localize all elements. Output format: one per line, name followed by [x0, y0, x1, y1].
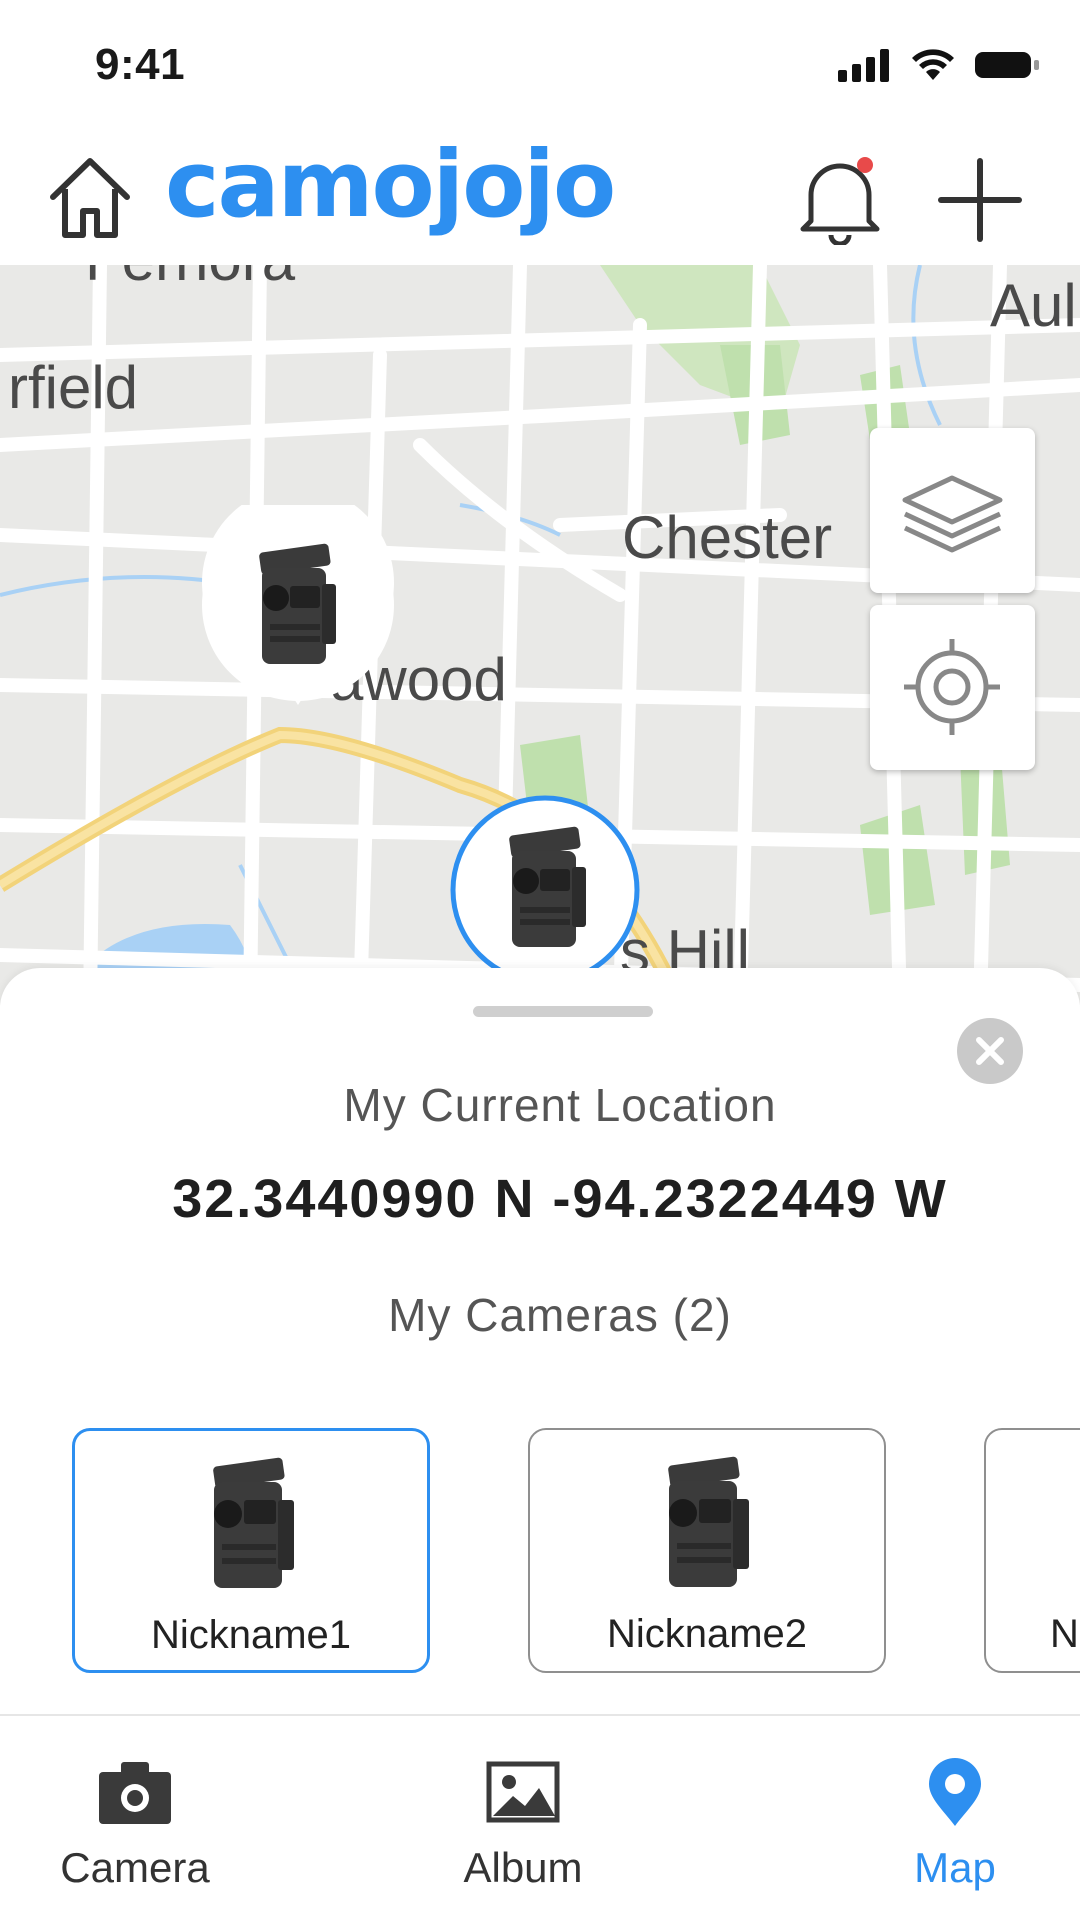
- map-label-auburn: Aul: [990, 272, 1077, 339]
- camera-map-marker-selected[interactable]: [448, 793, 642, 987]
- coordinates-value: 32.3440990 N -94.2322449 W: [172, 1169, 948, 1229]
- map-view[interactable]: rfield Chester awood Aul s Hill Fernora: [0, 265, 1080, 1005]
- trail-camera-icon: [259, 543, 336, 664]
- camera-card-name: Nickname1: [150, 1613, 352, 1657]
- map-label-chester: Chester: [622, 504, 833, 571]
- camera-card[interactable]: Nickname1: [72, 1428, 430, 1673]
- camera-carousel[interactable]: Nickname1 Nickname2 N: [72, 1428, 1080, 1678]
- app-logo: camojojo: [165, 131, 616, 238]
- current-location-title: My Current Location: [343, 1079, 777, 1131]
- trail-camera-icon: [668, 1456, 749, 1587]
- tab-label: Album: [463, 1844, 583, 1891]
- camera-card[interactable]: N: [984, 1428, 1080, 1673]
- notification-bell-icon[interactable]: [795, 153, 885, 245]
- map-pin-icon: [929, 1758, 981, 1826]
- locate-button[interactable]: [870, 605, 1035, 770]
- my-cameras-title: My Cameras (2): [388, 1289, 732, 1341]
- screen: 9:41 camojojo rfield Chester awood Aul s…: [0, 0, 1080, 1920]
- status-bar: 9:41: [0, 0, 1080, 135]
- camera-icon: [99, 1762, 171, 1824]
- layers-icon: [902, 475, 1003, 553]
- trail-camera-icon: [213, 1457, 294, 1588]
- status-time: 9:41: [95, 40, 186, 89]
- tab-camera[interactable]: Camera: [35, 1756, 235, 1896]
- location-bottom-sheet: My Current Location 32.3440990 N -94.232…: [0, 968, 1080, 1720]
- camera-card-name: Nickname2: [606, 1612, 808, 1656]
- tab-label: Map: [914, 1844, 996, 1891]
- wifi-icon: [912, 49, 954, 80]
- add-icon[interactable]: [935, 155, 1025, 245]
- sheet-drag-handle[interactable]: [473, 1006, 653, 1017]
- app-header: camojojo: [0, 135, 1080, 265]
- tab-label: Camera: [60, 1844, 210, 1891]
- album-icon: [486, 1761, 560, 1823]
- bottom-tab-bar: Camera Album Map: [0, 1714, 1080, 1920]
- camera-card[interactable]: Nickname2: [528, 1428, 886, 1673]
- battery-icon: [975, 52, 1039, 78]
- signal-icon: [838, 49, 889, 82]
- map-label-fernora: Fernora: [85, 265, 295, 294]
- tab-album[interactable]: Album: [423, 1756, 623, 1896]
- locate-icon: [904, 639, 1000, 735]
- status-icons: [838, 48, 1040, 82]
- close-icon: [976, 1037, 1004, 1065]
- close-button[interactable]: [957, 1018, 1023, 1084]
- map-label-fairfield: rfield: [8, 354, 139, 421]
- trail-camera-icon: [509, 826, 586, 947]
- notification-dot: [857, 157, 873, 173]
- camera-card-name: N: [1050, 1612, 1079, 1656]
- tab-map[interactable]: Map: [855, 1756, 1055, 1896]
- layers-button[interactable]: [870, 428, 1035, 593]
- camera-map-marker[interactable]: [198, 505, 398, 725]
- home-icon[interactable]: [45, 153, 135, 243]
